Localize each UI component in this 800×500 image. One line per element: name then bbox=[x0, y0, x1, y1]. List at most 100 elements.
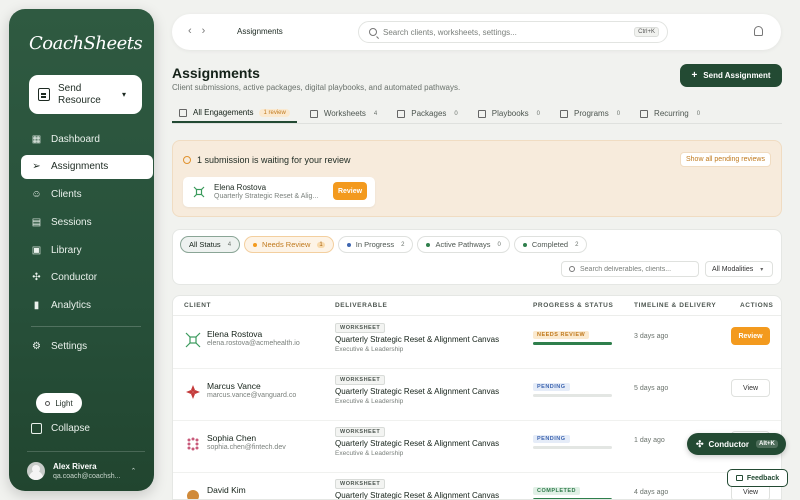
tab-recurring[interactable]: Recurring 0 bbox=[633, 104, 707, 123]
sidebar-item-label: Conductor bbox=[51, 272, 98, 284]
sidebar-item-label: Assignments bbox=[51, 161, 109, 173]
sidebar-item-assignments[interactable]: ➢ Assignments bbox=[21, 154, 153, 179]
shortcut-badge: Ctrl+K bbox=[634, 27, 659, 37]
tab-count: 0 bbox=[454, 110, 458, 117]
status-dot-icon bbox=[346, 242, 351, 247]
stack-icon bbox=[560, 109, 569, 118]
review-banner: 1 submission is waiting for your review … bbox=[172, 140, 782, 217]
deliverable-type-tag: WORKSHEET bbox=[335, 427, 386, 437]
progress-bar bbox=[533, 342, 612, 345]
filter-chip-count: 0 bbox=[497, 241, 501, 248]
conductor-fab[interactable]: ✣ Conductor Alt+K bbox=[687, 433, 786, 455]
review-banner-title: 1 submission is waiting for your review bbox=[197, 155, 351, 165]
avatar bbox=[27, 462, 45, 480]
table-row[interactable]: Elena Rostova elena.rostova@acmehealth.io… bbox=[173, 317, 781, 369]
show-all-reviews-button[interactable]: Show all pending reviews bbox=[680, 152, 771, 167]
deliverable-title[interactable]: Quarterly Strategic Reset & Alignment Ca… bbox=[335, 387, 499, 396]
pending-review-button[interactable]: Review bbox=[333, 182, 367, 200]
row-action-button[interactable]: View bbox=[731, 379, 770, 397]
tab-label: Programs bbox=[574, 109, 609, 118]
collapse-button[interactable]: Collapse bbox=[31, 423, 90, 434]
status-dot-icon bbox=[426, 242, 431, 247]
deliverable-search-input[interactable] bbox=[580, 265, 695, 273]
filter-chip-label: In Progress bbox=[355, 240, 395, 249]
column-header: ACTIONS bbox=[740, 302, 774, 309]
send-icon: ➢ bbox=[32, 161, 41, 173]
send-resource-button[interactable]: Send Resource ▾ bbox=[29, 75, 142, 114]
sidebar-item-label: Analytics bbox=[51, 300, 92, 312]
tab-programs[interactable]: Programs 0 bbox=[553, 104, 627, 123]
tab-packages[interactable]: Packages 0 bbox=[390, 104, 464, 123]
user-menu[interactable]: Alex Rivera qa.coach@coachsh... ⌃ bbox=[27, 462, 147, 480]
send-assignment-label: Send Assignment bbox=[703, 71, 771, 80]
table-row[interactable]: David Kim WORKSHEET Quarterly Strategic Re… bbox=[173, 473, 781, 499]
pending-client-name: Elena Rostova bbox=[214, 183, 267, 192]
filter-chip[interactable]: All Status 4 bbox=[180, 236, 241, 253]
package-icon bbox=[397, 109, 406, 118]
sidebar-item-settings[interactable]: ⚙ Settings bbox=[21, 335, 153, 359]
search-icon bbox=[569, 266, 575, 272]
nav-arrows-icon[interactable]: ‹› bbox=[188, 25, 215, 37]
table-row[interactable]: Marcus Vance marcus.vance@vanguard.co WORK… bbox=[173, 369, 781, 421]
filter-chip-label: Needs Review bbox=[262, 240, 311, 249]
document-icon bbox=[309, 109, 318, 118]
clipboard-icon bbox=[38, 88, 50, 101]
collapse-icon bbox=[31, 423, 42, 434]
tab-all-engagements[interactable]: All Engagements 1 review bbox=[172, 104, 297, 123]
user-email: qa.coach@coachsh... bbox=[53, 473, 121, 480]
column-header: DELIVERABLE bbox=[335, 302, 388, 309]
sidebar-item-conductor[interactable]: ✣ Conductor bbox=[21, 266, 153, 290]
filter-chip[interactable]: Needs Review 1 bbox=[244, 236, 334, 253]
search-input[interactable] bbox=[383, 27, 623, 37]
library-icon: ▣ bbox=[31, 244, 42, 256]
row-action-button[interactable]: Review bbox=[731, 327, 770, 345]
sidebar-item-library[interactable]: ▣ Library bbox=[21, 238, 153, 262]
filter-chip-label: Completed bbox=[531, 240, 569, 249]
global-search[interactable]: Ctrl+K bbox=[358, 21, 668, 43]
tab-worksheets[interactable]: Worksheets 4 bbox=[303, 104, 384, 123]
sidebar-item-analytics[interactable]: ▮ Analytics bbox=[21, 294, 153, 318]
deliverable-type-tag: WORKSHEET bbox=[335, 323, 386, 333]
filter-chip[interactable]: Active Pathways 0 bbox=[417, 236, 510, 253]
deliverable-title[interactable]: Quarterly Strategic Reset & Alignment Ca… bbox=[335, 335, 499, 344]
sidebar-item-label: Clients bbox=[51, 189, 82, 201]
client-logo-icon bbox=[187, 437, 199, 451]
column-header: CLIENT bbox=[184, 302, 212, 309]
tab-playbooks[interactable]: Playbooks 0 bbox=[471, 104, 547, 123]
send-assignment-button[interactable]: + Send Assignment bbox=[680, 64, 782, 87]
status-dot-icon bbox=[522, 242, 527, 247]
timeline-text: 3 days ago bbox=[634, 333, 669, 340]
breadcrumb: Assignments bbox=[237, 27, 283, 36]
filter-chip-count: 4 bbox=[227, 241, 232, 248]
collapse-label: Collapse bbox=[51, 423, 90, 434]
bell-icon[interactable] bbox=[754, 26, 763, 36]
chevron-up-icon: ⌃ bbox=[130, 468, 137, 475]
client-logo-icon bbox=[185, 332, 201, 348]
tab-bar: All Engagements 1 review Worksheets 4 Pack… bbox=[172, 104, 782, 124]
column-header: PROGRESS & STATUS bbox=[533, 302, 614, 309]
app-logo[interactable]: CoachSheets bbox=[29, 33, 143, 54]
pending-review-card[interactable]: Elena Rostova Quarterly Strategic Reset … bbox=[183, 177, 375, 207]
deliverable-title[interactable]: Quarterly Strategic Reset & Alignment Ca… bbox=[335, 491, 499, 499]
sidebar-item-dashboard[interactable]: ▦ Dashboard bbox=[21, 127, 153, 151]
conductor-icon: ✣ bbox=[32, 272, 41, 284]
modality-select[interactable]: All Modalities ▾ bbox=[705, 261, 773, 277]
tab-label: Worksheets bbox=[323, 109, 366, 118]
filter-chip[interactable]: Completed 2 bbox=[513, 236, 588, 253]
feedback-label: Feedback bbox=[746, 474, 780, 482]
user-name: Alex Rivera bbox=[53, 462, 97, 471]
deliverable-title[interactable]: Quarterly Strategic Reset & Alignment Ca… bbox=[335, 439, 499, 448]
send-resource-label: Send Resource bbox=[58, 82, 101, 106]
grid-icon: ▦ bbox=[31, 133, 42, 145]
sidebar-item-clients[interactable]: ☺ Clients bbox=[21, 183, 153, 207]
page-subtitle: Client submissions, active packages, dig… bbox=[172, 83, 461, 92]
progress-bar bbox=[533, 446, 612, 449]
sidebar-item-sessions[interactable]: ▤ Sessions bbox=[21, 210, 153, 234]
client-email: marcus.vance@vanguard.co bbox=[207, 392, 297, 399]
filter-panel: All Status 4 Needs Review 1 In Progress 2 Acti… bbox=[172, 229, 782, 285]
tab-label: Playbooks bbox=[491, 109, 529, 118]
filter-chip[interactable]: In Progress 2 bbox=[337, 236, 414, 253]
feedback-button[interactable]: Feedback bbox=[727, 469, 788, 487]
deliverable-search[interactable] bbox=[561, 261, 699, 277]
theme-toggle[interactable]: Light bbox=[36, 393, 82, 413]
